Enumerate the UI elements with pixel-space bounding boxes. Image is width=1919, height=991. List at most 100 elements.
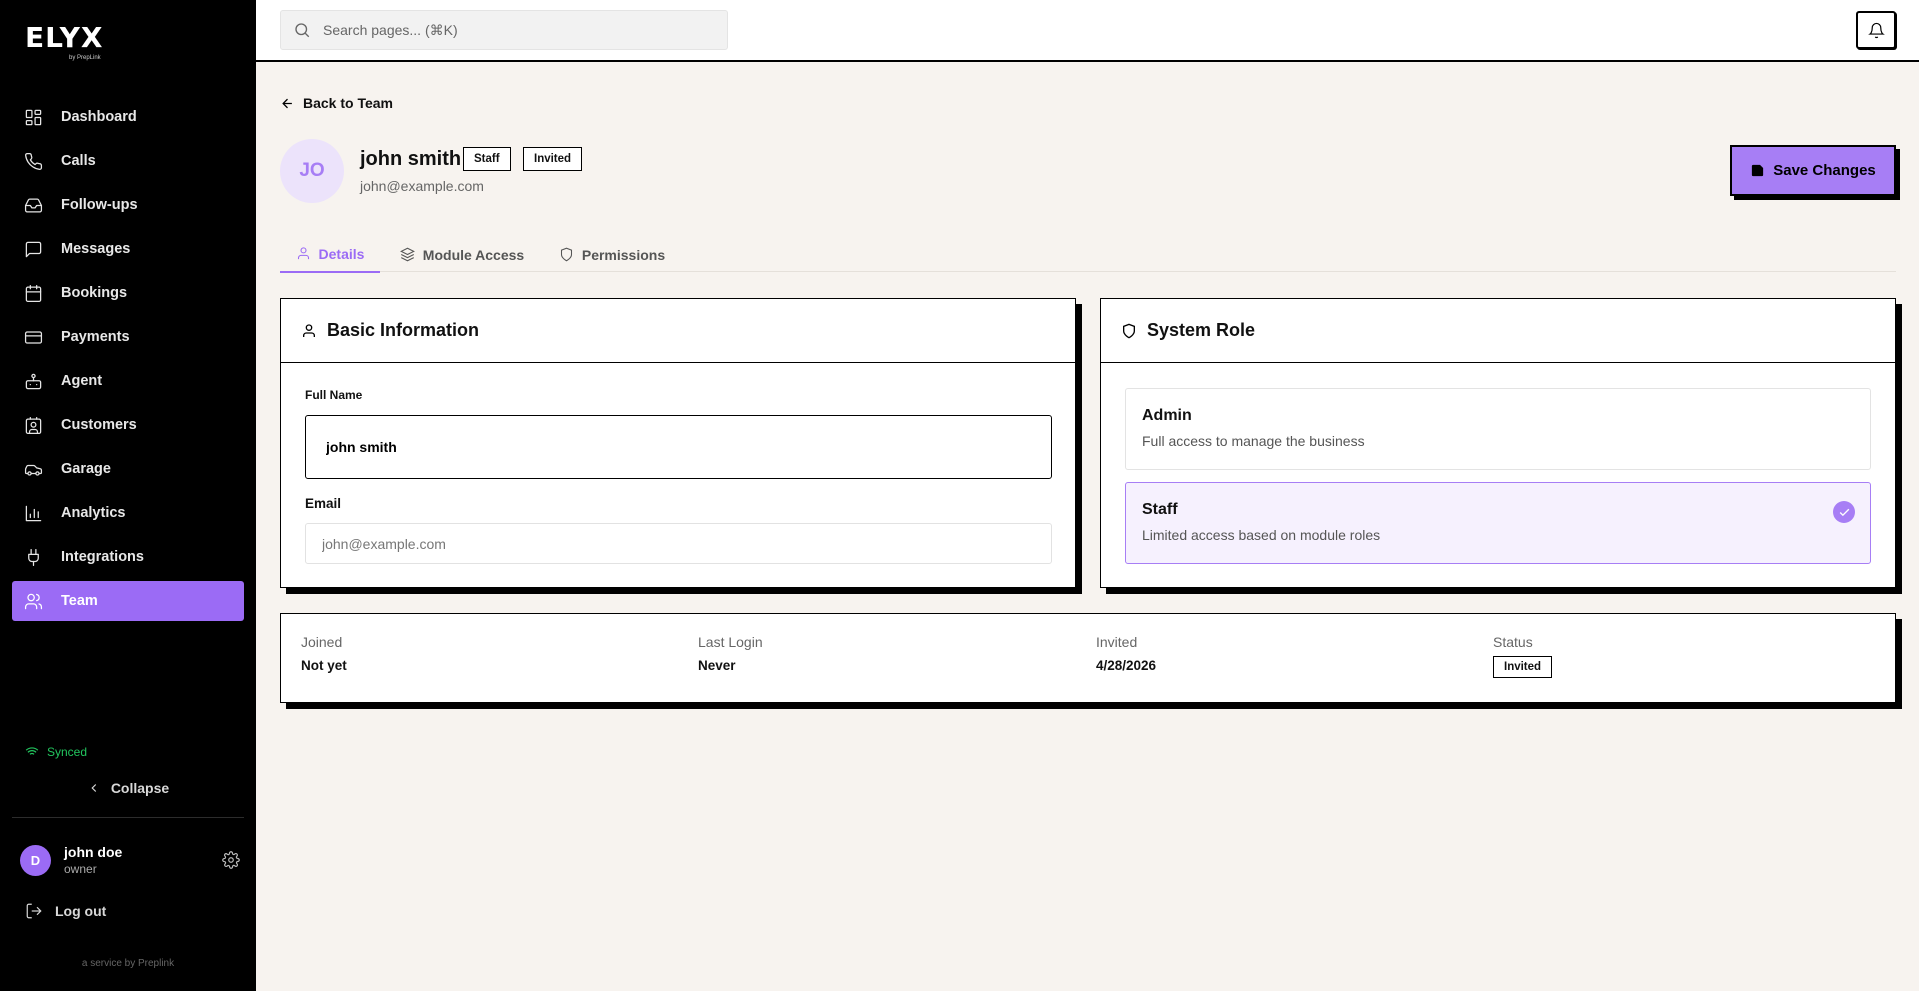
sidebar-item-customers[interactable]: Customers xyxy=(12,405,244,445)
sidebar-item-label: Payments xyxy=(61,329,130,345)
sidebar-item-label: Garage xyxy=(61,461,111,477)
stat-label: Status xyxy=(1493,634,1533,650)
credit-card-icon xyxy=(24,330,43,344)
user-name: john doe xyxy=(64,844,123,860)
save-changes-button[interactable]: Save Changes xyxy=(1730,145,1896,196)
member-avatar: JO xyxy=(280,139,344,203)
full-name-input[interactable] xyxy=(305,415,1052,479)
avatar[interactable]: D xyxy=(20,844,51,876)
role-option-staff[interactable]: Staff Limited access based on module rol… xyxy=(1125,482,1871,564)
tab-permissions[interactable]: Permissions xyxy=(550,236,674,273)
users-icon xyxy=(24,593,43,609)
service-footer: a service by Preplink xyxy=(81,958,175,969)
role-title: Staff xyxy=(1142,501,1178,518)
car-icon xyxy=(24,464,43,476)
sync-status: Synced xyxy=(25,745,87,759)
sidebar-item-messages[interactable]: Messages xyxy=(12,229,244,269)
settings-button[interactable] xyxy=(222,851,240,869)
logout-label: Log out xyxy=(55,903,107,919)
sidebar-item-payments[interactable]: Payments xyxy=(12,317,244,357)
notifications-button[interactable] xyxy=(1856,11,1896,49)
stat-label: Joined xyxy=(301,634,343,650)
sidebar-item-dashboard[interactable]: Dashboard xyxy=(12,97,244,137)
logo-subtitle: by PrepLink xyxy=(69,55,101,61)
card-header: System Role xyxy=(1101,299,1895,363)
sidebar-item-calls[interactable]: Calls xyxy=(12,141,244,181)
sidebar-item-follow-ups[interactable]: Follow-ups xyxy=(12,185,244,225)
tab-label: Permissions xyxy=(581,246,666,263)
arrow-left-icon xyxy=(282,98,292,108)
member-name: john smith xyxy=(360,148,462,170)
status-badge: Invited xyxy=(523,147,583,171)
stat-label: Invited xyxy=(1096,634,1138,650)
logo[interactable]: ELYX by PrepLink xyxy=(25,21,104,62)
inbox-icon xyxy=(24,198,43,212)
layers-icon xyxy=(399,247,415,262)
collapse-button[interactable]: Collapse xyxy=(0,780,256,796)
tab-bar: Details Module Access Permissions xyxy=(280,236,1896,273)
check-icon xyxy=(1833,501,1855,523)
search-input[interactable] xyxy=(323,22,703,38)
role-badge: Staff xyxy=(463,147,511,171)
sidebar-item-bookings[interactable]: Bookings xyxy=(12,273,244,313)
stat-last-login: Last Login Never xyxy=(698,634,763,673)
sidebar-item-garage[interactable]: Garage xyxy=(12,449,244,489)
wifi-icon xyxy=(25,747,39,755)
sync-status-label: Synced xyxy=(47,745,88,759)
tab-label: Details xyxy=(318,245,365,262)
sidebar-item-label: Analytics xyxy=(61,505,126,521)
stat-joined: Joined Not yet xyxy=(301,634,347,673)
sidebar-item-agent[interactable]: Agent xyxy=(12,361,244,401)
tab-details[interactable]: Details xyxy=(280,236,380,273)
user-profile: D john doe owner xyxy=(20,844,240,876)
system-role-card: System Role Admin Full access to manage … xyxy=(1100,298,1896,588)
member-stats-card: Joined Not yet Last Login Never Invited … xyxy=(280,613,1896,703)
sidebar-item-label: Customers xyxy=(61,417,137,433)
full-name-label: Full Name xyxy=(305,388,363,402)
bot-icon xyxy=(25,373,42,389)
back-to-team-link[interactable]: Back to Team xyxy=(280,95,393,111)
tab-module-access[interactable]: Module Access xyxy=(392,236,532,273)
member-email: john@example.com xyxy=(360,178,484,194)
sidebar-divider xyxy=(12,817,244,818)
sidebar-item-integrations[interactable]: Integrations xyxy=(12,537,244,577)
sidebar-nav: Dashboard Calls Follow-ups Messages Book… xyxy=(12,97,244,625)
plug-icon xyxy=(28,548,39,566)
stat-status: Status Invited xyxy=(1493,634,1553,678)
sidebar-item-analytics[interactable]: Analytics xyxy=(12,493,244,533)
search-bar xyxy=(280,10,728,50)
shield-icon xyxy=(1123,323,1135,338)
status-badge: Invited xyxy=(1493,656,1553,678)
sidebar-item-label: Dashboard xyxy=(61,109,137,125)
logo-text: ELYX xyxy=(25,21,104,54)
contact-icon xyxy=(25,416,42,434)
collapse-label: Collapse xyxy=(110,780,170,796)
stat-value: Not yet xyxy=(301,658,347,673)
phone-icon xyxy=(25,152,43,170)
stat-invited: Invited 4/28/2026 xyxy=(1096,634,1156,673)
save-icon xyxy=(1752,164,1764,177)
sidebar-item-label: Agent xyxy=(61,373,103,389)
stat-value: Never xyxy=(698,658,736,673)
role-option-admin[interactable]: Admin Full access to manage the business xyxy=(1125,388,1871,470)
shield-icon xyxy=(560,247,572,262)
sidebar-item-label: Team xyxy=(61,593,98,609)
gear-icon xyxy=(222,851,240,869)
user-icon xyxy=(303,323,315,337)
sidebar-item-label: Messages xyxy=(61,241,131,257)
search-icon xyxy=(295,23,310,38)
dashboard-icon xyxy=(25,109,42,125)
logout-icon xyxy=(26,903,42,919)
card-title: System Role xyxy=(1147,320,1256,340)
email-label: Email xyxy=(305,496,342,511)
user-role: owner xyxy=(64,862,97,876)
save-label: Save Changes xyxy=(1773,162,1876,179)
sidebar-item-label: Calls xyxy=(61,153,96,169)
basic-information-card: Basic Information Full Name Email xyxy=(280,298,1076,588)
logout-button[interactable]: Log out xyxy=(25,902,106,920)
card-title: Basic Information xyxy=(327,320,480,340)
email-field[interactable] xyxy=(305,523,1052,564)
tab-label: Module Access xyxy=(422,246,525,263)
sidebar-item-team[interactable]: Team xyxy=(12,581,244,621)
sidebar: ELYX by PrepLink Dashboard Calls Follow-… xyxy=(0,0,256,991)
